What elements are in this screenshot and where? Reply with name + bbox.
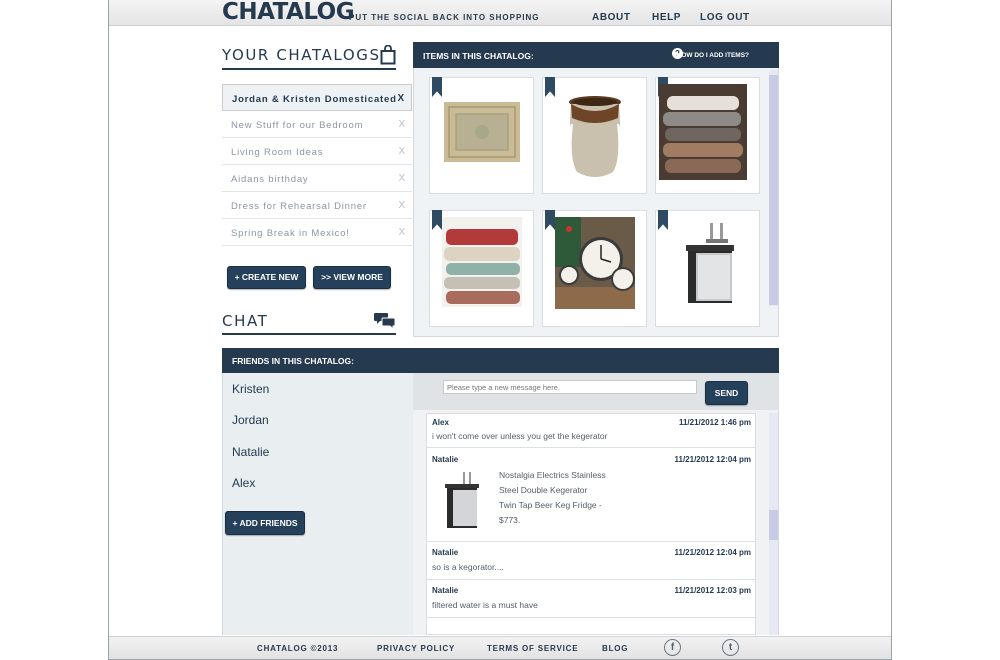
remove-chatalog-button[interactable]: X <box>399 146 406 157</box>
chatalog-item-label: New Stuff for our Bedroom <box>231 120 364 131</box>
kegerator-thumbnail-icon[interactable] <box>437 470 487 532</box>
message-list: Alex 11/21/2012 1:46 pm i won't come ove… <box>426 413 756 635</box>
send-button[interactable]: SEND <box>705 381 748 405</box>
message-timestamp: 11/21/2012 12:04 pm <box>674 455 751 464</box>
remove-chatalog-button[interactable]: X <box>398 93 405 104</box>
friends-header: FRIENDS IN THIS CHATALOG: <box>222 348 779 373</box>
terms-of-service-link[interactable]: TERMS OF SERVICE <box>487 644 578 653</box>
bookmark-ribbon-icon <box>545 77 555 97</box>
chat-title: CHAT <box>222 312 269 330</box>
product-card[interactable] <box>429 210 534 327</box>
blankets-icon <box>659 84 747 180</box>
clocks-icon <box>555 217 635 309</box>
twitter-icon[interactable]: t <box>722 639 739 656</box>
nav-logout-link[interactable]: LOG OUT <box>700 12 750 23</box>
chat-message: Natalie 11/21/2012 12:04 pm so is a kego… <box>427 542 755 580</box>
chatalogs-title: YOUR CHATALOGS <box>222 46 381 64</box>
message-timestamp: 11/21/2012 12:04 pm <box>674 548 751 557</box>
product-line: Twin Tap Beer Keg Fridge - <box>499 500 602 510</box>
title-rule <box>222 68 396 70</box>
create-new-button[interactable]: + CREATE NEW <box>227 266 306 289</box>
message-text: i won't come over unless you get the keg… <box>432 431 608 441</box>
chatalog-list: Jordan & Kristen Domesticated X New Stuf… <box>222 84 412 246</box>
chatalog-item-label: Living Room Ideas <box>231 147 324 158</box>
add-friends-button[interactable]: + ADD FRIENDS <box>225 511 305 535</box>
message-timestamp: 11/21/2012 12:03 pm <box>674 586 751 595</box>
items-heading: ITEMS IN THIS CHATALOG: <box>423 51 534 61</box>
crock-icon <box>569 96 621 177</box>
friend-name[interactable]: Natalie <box>232 445 269 459</box>
rug-icon <box>444 102 520 162</box>
message-text: so is a kegorator.... <box>432 562 504 572</box>
bookmark-ribbon-icon <box>432 210 442 230</box>
message-author: Alex <box>432 418 449 427</box>
product-card[interactable] <box>655 210 760 327</box>
chatalog-item-label: Jordan & Kristen Domesticated <box>232 94 397 105</box>
items-scroll-thumb[interactable] <box>769 75 778 305</box>
chatalog-item[interactable]: Aidans birthday X <box>222 165 412 192</box>
items-header: ITEMS IN THIS CHATALOG: ? HOW DO I ADD I… <box>413 42 779 68</box>
product-card[interactable] <box>429 77 534 194</box>
product-line: Steel Double Kegerator <box>499 485 588 495</box>
message-author: Natalie <box>432 548 459 557</box>
chat-bubbles-icon <box>374 313 396 329</box>
message-author: Natalie <box>432 586 459 595</box>
message-author: Natalie <box>432 455 459 464</box>
chat-message: Alex 11/21/2012 1:46 pm i won't come ove… <box>427 414 755 448</box>
footer-copyright: CHATALOG ©2013 <box>257 644 339 653</box>
view-more-button[interactable]: >> VIEW MORE <box>313 266 391 289</box>
bookmark-ribbon-icon <box>658 210 668 230</box>
friends-list: Kristen Jordan Natalie Alex <box>222 373 413 635</box>
product-card[interactable] <box>655 77 760 194</box>
friend-name[interactable]: Jordan <box>232 413 269 427</box>
bookmark-ribbon-icon <box>432 77 442 97</box>
logo[interactable]: CHATALOG <box>222 0 355 25</box>
remove-chatalog-button[interactable]: X <box>399 173 406 184</box>
how-to-add-items-link[interactable]: HOW DO I ADD ITEMS? <box>677 52 749 59</box>
throws-icon <box>442 217 522 307</box>
chatalog-item[interactable]: Dress for Rehearsal Dinner X <box>222 192 412 219</box>
remove-chatalog-button[interactable]: X <box>399 119 406 130</box>
remove-chatalog-button[interactable]: X <box>399 227 406 238</box>
blog-link[interactable]: BLOG <box>602 644 628 653</box>
privacy-policy-link[interactable]: PRIVACY POLICY <box>377 644 455 653</box>
kegerator-icon <box>686 223 734 303</box>
chat-message: Natalie 11/21/2012 12:04 pm Nostalgia El… <box>427 448 755 542</box>
product-card[interactable] <box>542 210 647 327</box>
chatalog-item-label: Spring Break in Mexico! <box>231 228 350 239</box>
bookmark-ribbon-icon <box>545 210 555 230</box>
nav-about-link[interactable]: ABOUT <box>592 12 631 23</box>
shopping-bag-icon <box>380 45 396 65</box>
product-line: Nostalgia Electrics Stainless <box>499 470 606 480</box>
tagline: PUT THE SOCIAL BACK INTO SHOPPING <box>349 13 540 22</box>
message-timestamp: 11/21/2012 1:46 pm <box>678 418 751 427</box>
footer: CHATALOG ©2013 PRIVACY POLICY TERMS OF S… <box>109 636 891 659</box>
facebook-icon[interactable]: f <box>664 639 681 656</box>
chatalog-item-label: Aidans birthday <box>231 174 309 185</box>
chatalog-item[interactable]: New Stuff for our Bedroom X <box>222 111 412 138</box>
friend-name[interactable]: Alex <box>232 476 255 490</box>
nav-help-link[interactable]: HELP <box>652 12 681 23</box>
message-input[interactable] <box>443 380 697 394</box>
chatalog-item[interactable]: Living Room Ideas X <box>222 138 412 165</box>
friends-heading: FRIENDS IN THIS CHATALOG: <box>232 356 354 366</box>
title-rule <box>222 333 396 335</box>
remove-chatalog-button[interactable]: X <box>399 200 406 211</box>
product-card[interactable] <box>542 77 647 194</box>
chatalog-item[interactable]: Spring Break in Mexico! X <box>222 219 412 246</box>
product-line: $773. <box>499 515 521 525</box>
message-text: filtered water is a must have <box>432 600 538 610</box>
chatalog-item-label: Dress for Rehearsal Dinner <box>231 201 367 212</box>
product-description[interactable]: Nostalgia Electrics Stainless Steel Doub… <box>499 468 619 528</box>
chat-scroll-thumb[interactable] <box>769 510 778 540</box>
chat-message: Natalie 11/21/2012 12:03 pm filtered wat… <box>427 580 755 618</box>
friend-name[interactable]: Kristen <box>232 382 269 396</box>
chatalog-item[interactable]: Jordan & Kristen Domesticated X <box>222 84 412 111</box>
